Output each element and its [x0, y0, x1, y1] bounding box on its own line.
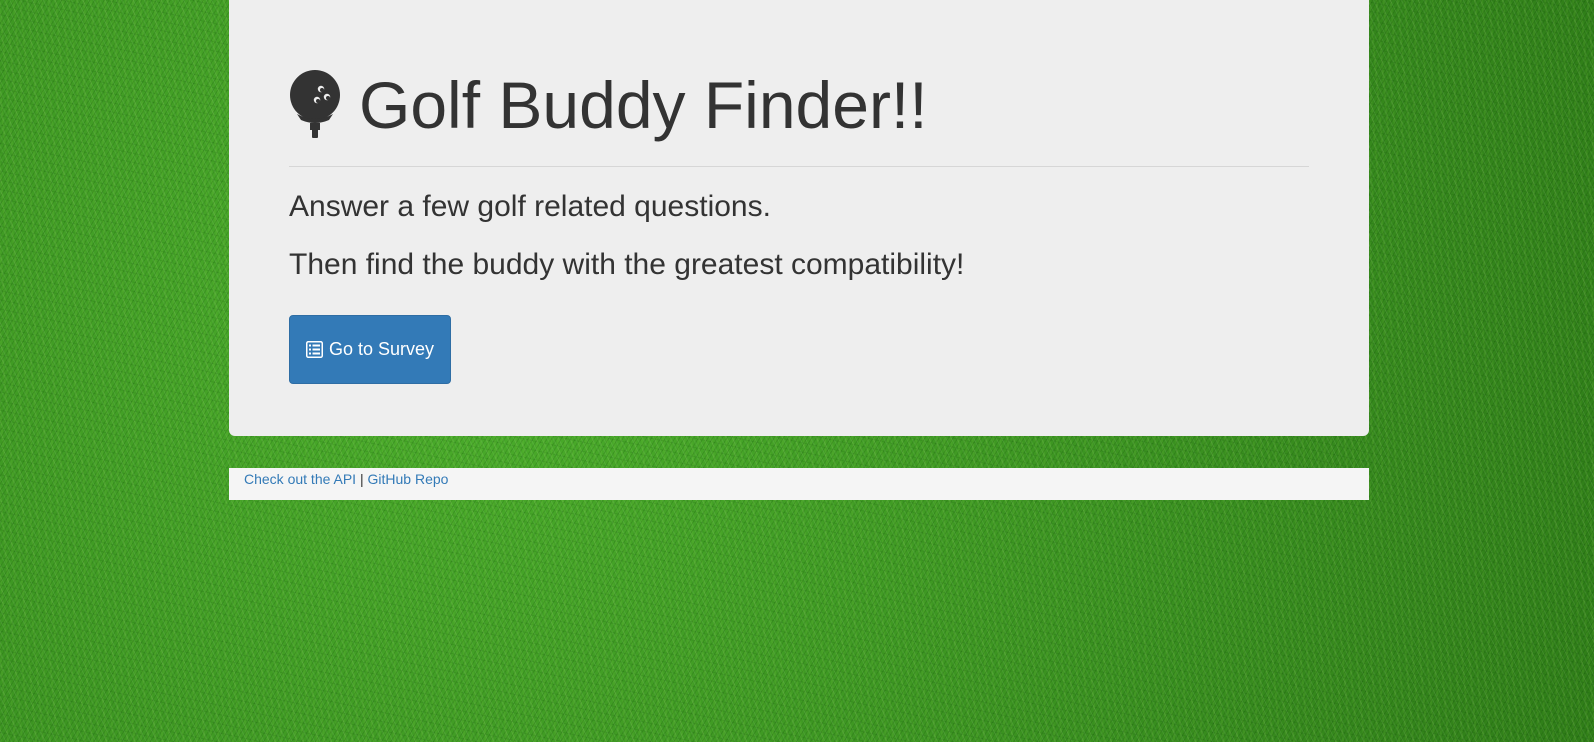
divider [289, 166, 1309, 167]
lead-text-1: Answer a few golf related questions. [289, 190, 771, 223]
footer-separator: | [359, 471, 364, 487]
lead-text-2: Then find the buddy with the greatest co… [289, 248, 965, 281]
page-title-text: Golf Buddy Finder!! [359, 68, 928, 142]
page-title: Golf Buddy Finder!! [289, 70, 928, 140]
golf-tee-icon [289, 70, 341, 140]
github-repo-link[interactable]: GitHub Repo [368, 471, 449, 487]
jumbotron: Golf Buddy Finder!! Answer a few golf re… [229, 0, 1369, 436]
go-to-survey-button[interactable]: Go to Survey [289, 315, 451, 384]
list-alt-icon [305, 341, 323, 358]
go-to-survey-label: Go to Survey [328, 339, 435, 359]
footer: Check out the API | GitHub Repo [229, 468, 1369, 500]
api-link[interactable]: Check out the API [244, 471, 356, 487]
